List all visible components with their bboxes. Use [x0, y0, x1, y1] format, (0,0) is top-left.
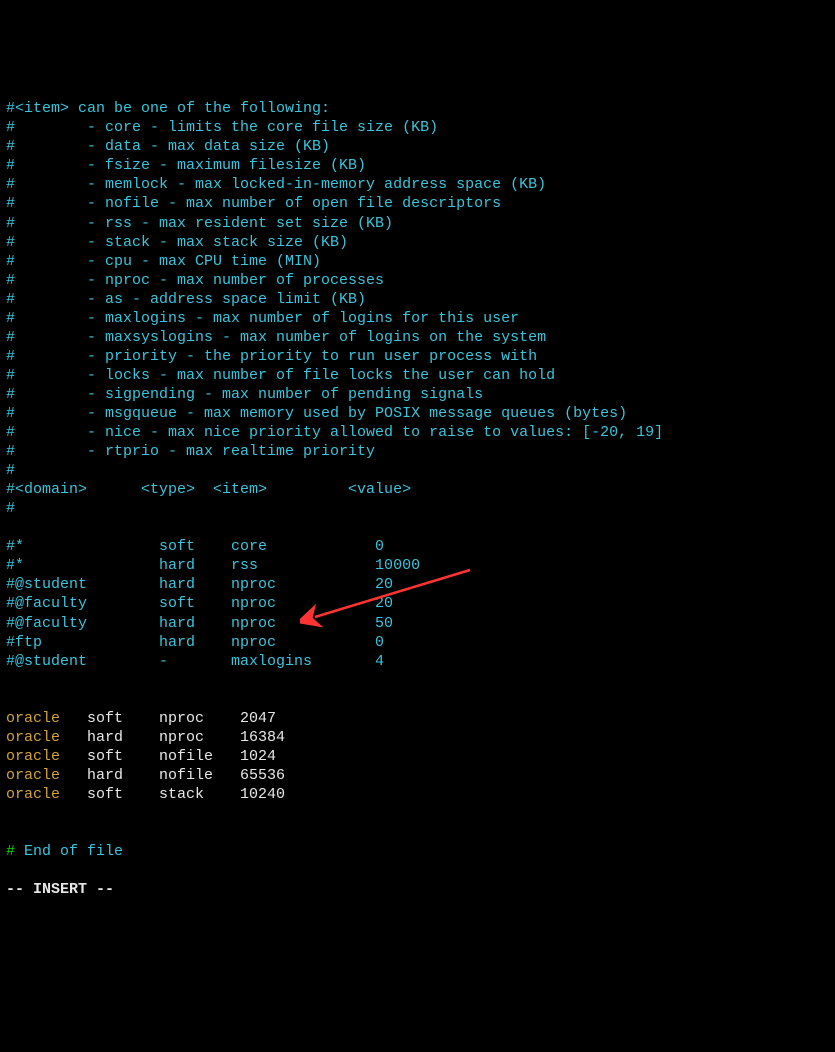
comment-line: # - priority - the priority to run user … [6, 348, 537, 365]
terminal-editor[interactable]: #<item> can be one of the following: # -… [6, 80, 829, 918]
comment-line: # - core - limits the core file size (KB… [6, 119, 438, 136]
config-user: oracle [6, 729, 60, 746]
hash-symbol: # [6, 843, 15, 860]
config-values: soft nproc 2047 [60, 710, 276, 727]
config-line: oracle soft nproc 2047 [6, 710, 276, 727]
comment-block: #<item> can be one of the following: # -… [6, 99, 829, 670]
end-of-file-line: # End of file [6, 842, 829, 861]
config-values: soft stack 10240 [60, 786, 285, 803]
comment-line: # - sigpending - max number of pending s… [6, 386, 483, 403]
config-user: oracle [6, 748, 60, 765]
config-line: oracle soft stack 10240 [6, 786, 285, 803]
config-line: oracle hard nproc 16384 [6, 729, 285, 746]
comment-line: #* hard rss 10000 [6, 557, 420, 574]
comment-line: # - memlock - max locked-in-memory addre… [6, 176, 546, 193]
comment-line: # - rtprio - max realtime priority [6, 443, 375, 460]
config-user: oracle [6, 786, 60, 803]
comment-line: # [6, 500, 15, 517]
comment-line: # - msgqueue - max memory used by POSIX … [6, 405, 627, 422]
comment-line: #<item> can be one of the following: [6, 100, 330, 117]
comment-line: # - locks - max number of file locks the… [6, 367, 555, 384]
comment-line: #@faculty soft nproc 20 [6, 595, 393, 612]
comment-line: # - stack - max stack size (KB) [6, 234, 348, 251]
comment-line: # - data - max data size (KB) [6, 138, 330, 155]
comment-line: # - cpu - max CPU time (MIN) [6, 253, 321, 270]
config-user: oracle [6, 710, 60, 727]
comment-line: #ftp hard nproc 0 [6, 634, 384, 651]
config-line: oracle hard nofile 65536 [6, 767, 285, 784]
comment-line: # - nofile - max number of open file des… [6, 195, 501, 212]
vim-mode-indicator: -- INSERT -- [6, 880, 829, 899]
config-values: hard nproc 16384 [60, 729, 285, 746]
comment-line: # - nice - max nice priority allowed to … [6, 424, 663, 441]
comment-line: #@student - maxlogins 4 [6, 653, 384, 670]
config-user: oracle [6, 767, 60, 784]
comment-line: #@faculty hard nproc 50 [6, 615, 393, 632]
comment-line: # - nproc - max number of processes [6, 272, 384, 289]
comment-line: # - maxlogins - max number of logins for… [6, 310, 519, 327]
comment-line: # - maxsyslogins - max number of logins … [6, 329, 546, 346]
comment-line: #@student hard nproc 20 [6, 576, 393, 593]
config-block: oracle soft nproc 2047 oracle hard nproc… [6, 690, 829, 804]
config-values: hard nofile 65536 [60, 767, 285, 784]
comment-line: #* soft core 0 [6, 538, 384, 555]
config-values: soft nofile 1024 [60, 748, 276, 765]
config-line: oracle soft nofile 1024 [6, 748, 276, 765]
comment-line: # - rss - max resident set size (KB) [6, 215, 393, 232]
end-of-file-text: End of file [15, 843, 123, 860]
comment-line: # - fsize - maximum filesize (KB) [6, 157, 366, 174]
comment-line: # - as - address space limit (KB) [6, 291, 366, 308]
comment-line: #<domain> <type> <item> <value> [6, 481, 411, 498]
comment-line: # [6, 462, 15, 479]
